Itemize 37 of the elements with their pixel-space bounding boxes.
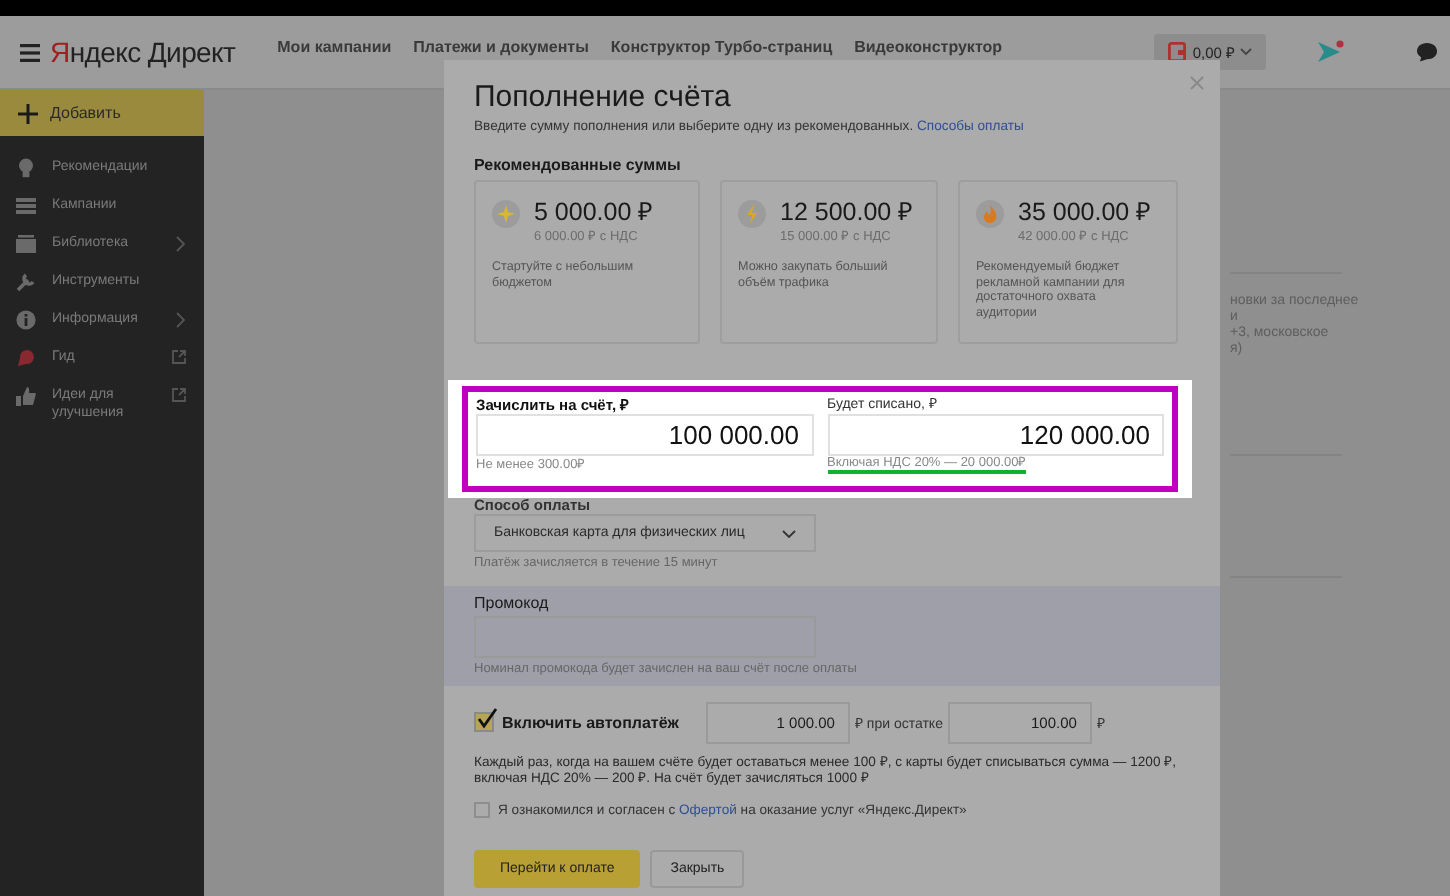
nav-link[interactable]: Платежи и документы	[413, 37, 589, 55]
dialog-title: Пополнение счёта	[474, 80, 733, 114]
logo[interactable]: Яндекс Директ	[50, 36, 236, 68]
play-logo-icon[interactable]	[1318, 40, 1344, 64]
field-label: Промокод	[474, 594, 551, 612]
menu-icon[interactable]	[20, 43, 40, 61]
sidebar-item-icon	[16, 348, 36, 368]
section-title: Рекомендованные суммы	[474, 156, 683, 174]
close-icon[interactable]	[1190, 76, 1204, 90]
agreement-checkbox[interactable]	[474, 802, 490, 818]
external-link-icon	[172, 388, 186, 402]
sidebar-item-icon	[16, 272, 36, 292]
sidebar-item-icon	[16, 310, 36, 330]
wallet-icon	[1168, 42, 1187, 62]
card-amount: 35 000.00 ₽	[1018, 200, 1151, 226]
plus-icon	[18, 103, 38, 123]
chat-icon[interactable]	[1416, 42, 1438, 62]
charge-amount-field[interactable]: 120 000.00	[827, 414, 1164, 456]
nav-link[interactable]: Видеоконструктор	[854, 37, 1003, 55]
badge-background	[738, 200, 766, 228]
chevron-icon	[176, 236, 186, 252]
autopay-checkbox[interactable]	[474, 712, 494, 732]
card-amount: 5 000.00 ₽	[534, 200, 653, 226]
sidebar-item-icon	[16, 234, 36, 254]
chevron-icon	[176, 312, 186, 328]
autopay-label: Включить автоплатёж	[502, 713, 679, 731]
external-link-icon	[172, 350, 186, 364]
sidebar-item-icon	[16, 386, 36, 406]
caret-icon	[782, 529, 796, 537]
nav-link[interactable]: Конструктор Турбо-страниц	[610, 37, 833, 55]
sidebar-item-icon	[16, 196, 36, 216]
nav-link[interactable]: Мои кампании	[277, 37, 392, 55]
credit-amount-field[interactable]: 100 000.00	[476, 414, 813, 456]
card-amount: 12 500.00 ₽	[780, 200, 913, 226]
sidebar-item-icon	[16, 158, 36, 178]
add-button[interactable]: Добавить	[0, 90, 204, 136]
caret-icon	[1240, 48, 1252, 56]
